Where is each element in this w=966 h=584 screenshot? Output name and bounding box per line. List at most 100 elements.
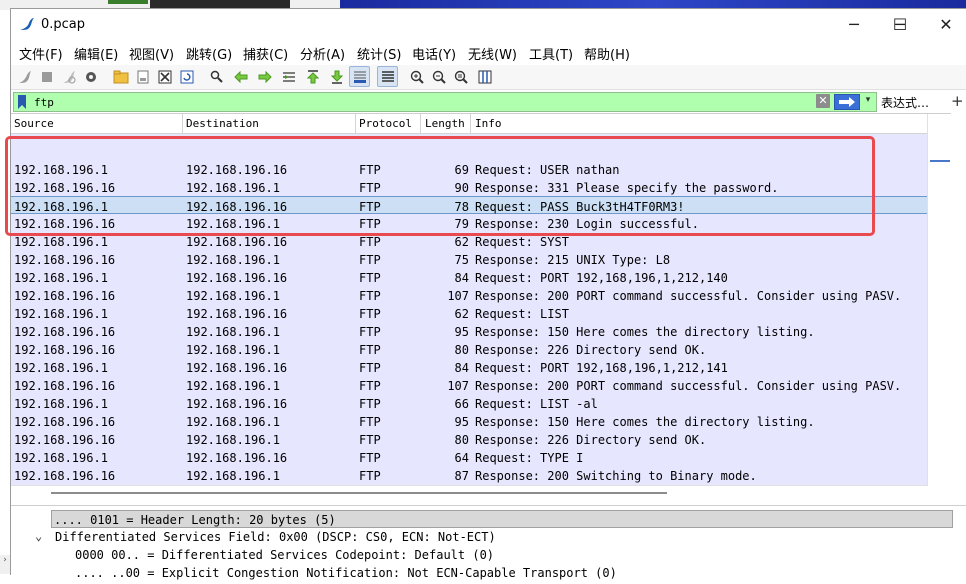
reload-icon[interactable] [177,67,196,86]
cell-destination: 192.168.196.1 [186,415,280,429]
options-gear-icon[interactable] [81,67,100,86]
menu-statistics[interactable]: 统计(S) [357,44,401,63]
cell-destination: 192.168.196.1 [186,433,280,447]
desktop-background-accent [108,0,148,4]
table-row[interactable]: 192.168.196.16 192.168.196.1 FTP 87 Response… [11,466,927,484]
add-filter-button[interactable]: + [951,92,964,110]
zoom-in-icon[interactable] [407,67,426,86]
display-filter-input[interactable] [34,93,814,111]
go-back-icon[interactable] [231,67,250,86]
cell-source: 192.168.196.1 [14,397,108,411]
table-row[interactable]: 192.168.196.1 192.168.196.16 FTP 64 Request:… [11,448,927,466]
menu-capture[interactable]: 捕获(C) [243,44,288,63]
vertical-scrollbar[interactable] [927,114,951,486]
cell-info: Response: 150 Here comes the directory l… [475,415,815,429]
stop-icon[interactable] [37,67,56,86]
menu-analyze[interactable]: 分析(A) [300,44,345,63]
cell-destination: 192.168.196.1 [186,289,280,303]
open-folder-icon[interactable] [111,67,130,86]
cell-destination: 192.168.196.1 [186,343,280,357]
table-row[interactable]: 192.168.196.1 192.168.196.16 FTP 84 Request:… [11,358,927,376]
table-row[interactable]: 192.168.196.16 192.168.196.1 FTP 80 Response… [11,340,927,358]
first-packet-icon[interactable] [303,67,322,86]
menu-telephony[interactable]: 电话(Y) [412,44,456,63]
table-row[interactable]: 192.168.196.16 192.168.196.1 FTP 75 Response… [11,250,927,268]
expression-button[interactable]: 表达式… [881,94,929,111]
cell-source: 192.168.196.16 [14,433,116,447]
menu-file[interactable]: 文件(F) [19,44,63,63]
apply-filter-icon[interactable] [834,94,860,110]
maximize-button[interactable]: ☐ [877,9,923,39]
go-to-packet-icon[interactable] [279,67,298,86]
menu-view[interactable]: 视图(V) [129,44,174,63]
zoom-out-icon[interactable] [429,67,448,86]
menu-go[interactable]: 跳转(G) [186,44,232,63]
zoom-reset-icon[interactable] [451,67,470,86]
display-filter-field[interactable]: ✕ ▾ [13,92,877,112]
cell-protocol: FTP [359,307,381,321]
cell-protocol: FTP [359,289,381,303]
cell-length: 66 [454,397,469,411]
cell-source: 192.168.196.16 [14,289,116,303]
table-row[interactable]: 192.168.196.1 192.168.196.16 FTP 84 Request:… [11,268,927,286]
cell-info: Request: LIST [475,307,569,321]
chevron-down-icon[interactable]: ⌄ [35,529,42,543]
detail-dscp[interactable]: 0000 00.. = Differentiated Services Code… [11,546,966,564]
table-row[interactable]: 192.168.196.16 192.168.196.1 FTP 95 Response… [11,412,927,430]
chevron-down-icon[interactable]: ▾ [862,95,874,107]
shark-fin-start-icon[interactable] [15,67,34,86]
column-divider[interactable] [420,114,421,133]
cell-info: Request: SYST [475,235,569,249]
table-row[interactable]: 192.168.196.16 192.168.196.1 FTP 95 Response… [11,322,927,340]
restart-icon[interactable] [59,67,78,86]
table-row[interactable]: 192.168.196.1 192.168.196.16 FTP 62 Request:… [11,304,927,322]
column-source[interactable]: Source [14,117,54,130]
horizontal-scrollbar-thumb[interactable] [51,492,667,494]
table-row[interactable]: 192.168.196.1 192.168.196.16 FTP 66 Request:… [11,394,927,412]
column-destination[interactable]: Destination [186,117,259,130]
detail-ecn[interactable]: .... ..00 = Explicit Congestion Notifica… [11,564,966,582]
last-packet-icon[interactable] [327,67,346,86]
detail-dsfield[interactable]: ⌄ Differentiated Services Field: 0x00 (D… [11,528,966,546]
column-divider[interactable] [182,114,183,133]
table-row[interactable]: 192.168.196.16 192.168.196.1 FTP 107 Respons… [11,376,927,394]
column-divider[interactable] [355,114,356,133]
title-bar[interactable]: 0.pcap ─ [11,9,966,39]
packet-details-pane[interactable]: .... 0101 = Header Length: 20 bytes (5) … [11,505,966,584]
menu-edit[interactable]: 编辑(E) [74,44,118,63]
bookmark-icon[interactable] [16,94,28,110]
clear-filter-icon[interactable]: ✕ [816,94,830,108]
colorize-icon[interactable] [377,66,398,87]
main-toolbar [11,65,966,90]
wireshark-fin-icon [20,18,34,30]
minimize-btn[interactable]: ─ [831,9,877,39]
column-info[interactable]: Info [475,117,502,130]
column-length[interactable]: Length [425,117,465,130]
file-save-icon[interactable] [133,67,152,86]
table-row[interactable]: 192.168.196.16 192.168.196.1 FTP 80 Response… [11,430,927,448]
side-resize-handle[interactable]: › [0,555,10,574]
cell-destination: 192.168.196.16 [186,235,288,249]
cell-length: 80 [454,343,469,357]
cell-protocol: FTP [359,361,381,375]
table-row[interactable]: 192.168.196.16 192.168.196.1 FTP 107 Respons… [11,286,927,304]
detail-header-length[interactable]: .... 0101 = Header Length: 20 bytes (5) [51,510,953,528]
menu-help[interactable]: 帮助(H) [584,44,630,63]
column-protocol[interactable]: Protocol [359,117,412,130]
autoscroll-icon[interactable] [349,66,370,87]
cell-info: Response: 215 UNIX Type: L8 [475,253,671,267]
cell-length: 87 [454,469,469,483]
find-icon[interactable] [207,67,226,86]
cell-protocol: FTP [359,397,381,411]
resize-columns-icon[interactable] [475,67,494,86]
close-button[interactable]: ✕ [923,9,966,39]
go-forward-icon[interactable] [255,67,274,86]
menu-tools[interactable]: 工具(T) [529,44,573,63]
column-divider[interactable] [470,114,471,133]
cell-destination: 192.168.196.16 [186,397,288,411]
packet-list-header: Source Destination Protocol Length Info [11,114,927,134]
close-file-icon[interactable] [155,67,174,86]
horizontal-scrollbar[interactable] [11,485,927,502]
cell-destination: 192.168.196.1 [186,469,280,483]
menu-wireless[interactable]: 无线(W) [468,44,517,63]
